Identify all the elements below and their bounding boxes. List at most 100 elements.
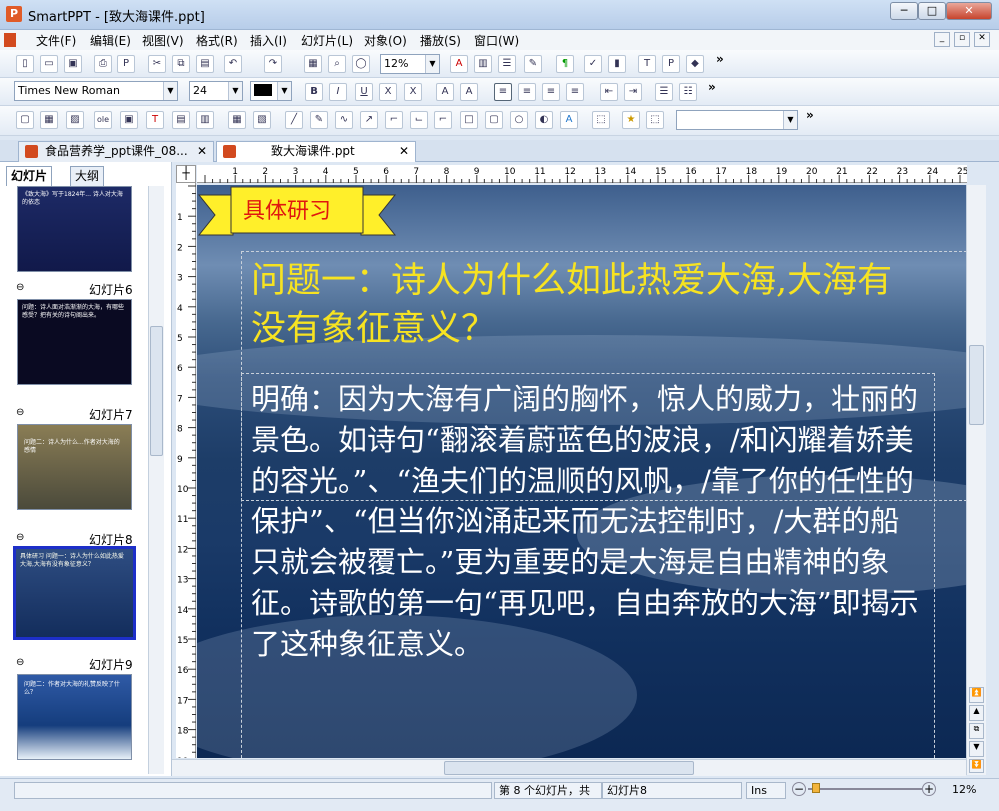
next-slide-icon[interactable]: ▼ <box>969 741 984 757</box>
first-slide-icon[interactable]: ⏫ <box>969 687 984 703</box>
panel-scrollbar[interactable] <box>148 186 164 774</box>
chart-box-icon[interactable]: ▥ <box>196 111 214 129</box>
slide-thumbnail[interactable]: 问题二：作者对大海的礼赞反映了什么？ <box>17 674 132 760</box>
strike-icon[interactable]: X <box>379 83 397 101</box>
zoom-combo[interactable]: 12% ▼ <box>380 54 440 74</box>
grid-icon[interactable]: ▦ <box>40 111 58 129</box>
align-right-icon[interactable]: ≡ <box>542 83 560 101</box>
zoom-in-button[interactable]: + <box>922 782 936 796</box>
rounded-rect-icon[interactable]: ▢ <box>485 111 503 129</box>
wordart-icon[interactable]: A <box>560 111 578 129</box>
ellipse-icon[interactable]: ○ <box>510 111 528 129</box>
scroll-thumb[interactable] <box>969 345 984 425</box>
slide-body-text[interactable]: 明确：因为大海有广阔的胸怀，惊人的威力，壮丽的景色。如诗句“翻滚着蔚蓝色的波浪，… <box>251 379 919 665</box>
cut-icon[interactable]: ✂ <box>148 55 166 73</box>
style-combo[interactable]: ▼ <box>676 110 798 130</box>
slide-vertical-scrollbar[interactable]: ⏫ ▲ ⧉ ▼ ⏬ <box>966 185 986 775</box>
close-button[interactable]: ✕ <box>946 2 992 20</box>
layers-icon[interactable]: ◆ <box>686 55 704 73</box>
font-color-icon[interactable]: A <box>450 55 468 73</box>
pdf-icon[interactable]: P <box>117 55 135 73</box>
bullets-icon[interactable]: ☰ <box>655 83 673 101</box>
scroll-thumb[interactable] <box>444 761 694 775</box>
justify-icon[interactable]: ≡ <box>566 83 584 101</box>
save-icon[interactable]: ▣ <box>64 55 82 73</box>
zoom-out-button[interactable]: − <box>792 782 806 796</box>
grow-font-icon[interactable]: A <box>436 83 454 101</box>
segment-icon[interactable]: ⌐ <box>434 111 452 129</box>
menu-window[interactable]: 窗口(W) <box>474 32 519 49</box>
menu-play[interactable]: 播放(S) <box>420 32 461 49</box>
print-icon[interactable]: ⎙ <box>94 55 112 73</box>
doc-minimize-button[interactable]: _ <box>934 32 950 47</box>
indent-icon[interactable]: ⇥ <box>624 83 642 101</box>
format-icon[interactable]: ▥ <box>474 55 492 73</box>
close-icon[interactable]: ✕ <box>197 142 207 161</box>
text-box-icon[interactable]: T <box>146 111 164 129</box>
selection-icon[interactable]: ⬚ <box>646 111 664 129</box>
menu-format[interactable]: 格式(R) <box>196 32 238 49</box>
slide-thumbnail[interactable]: 问题：诗人面对浩渐渐的大海，有哪些感受？把有关的诗句阐出来。 <box>17 299 132 385</box>
minimize-button[interactable]: ─ <box>890 2 918 20</box>
zoom-icon[interactable]: ◯ <box>352 55 370 73</box>
paragraph-icon[interactable]: ¶ <box>556 55 574 73</box>
slide-thumbnail-selected[interactable]: 具体研习 问题一：诗人为什么如此热爱大海,大海有没有象征意义？ <box>13 546 136 640</box>
toolbar-more-1[interactable]: » <box>716 52 724 66</box>
paste-icon[interactable]: ▤ <box>196 55 214 73</box>
italic-icon[interactable]: I <box>329 83 347 101</box>
outdent-icon[interactable]: ⇤ <box>600 83 618 101</box>
menu-object[interactable]: 对象(O) <box>364 32 407 49</box>
select-icon[interactable]: ⬚ <box>592 111 610 129</box>
star-icon[interactable]: ★ <box>622 111 640 129</box>
doc-close-button[interactable]: ✕ <box>974 32 990 47</box>
scroll-thumb[interactable] <box>150 326 163 456</box>
table-icon[interactable]: ▦ <box>304 55 322 73</box>
slide-horizontal-scrollbar[interactable] <box>172 759 966 776</box>
image-icon[interactable]: ▨ <box>66 111 84 129</box>
connector-icon[interactable]: ⌐ <box>385 111 403 129</box>
toolbar-more-3[interactable]: » <box>806 108 814 122</box>
elbow-icon[interactable]: ⌙ <box>410 111 428 129</box>
redo-icon[interactable]: ↷ <box>264 55 282 73</box>
brush-icon[interactable]: ✎ <box>524 55 542 73</box>
frame-alt-icon[interactable]: ▣ <box>120 111 138 129</box>
ungroup-icon[interactable]: ▧ <box>253 111 271 129</box>
zoom-slider-handle[interactable] <box>812 783 820 793</box>
menu-slide[interactable]: 幻灯片(L) <box>301 32 353 49</box>
pen-icon[interactable]: ✎ <box>310 111 328 129</box>
numbering-icon[interactable]: ☷ <box>679 83 697 101</box>
frame-icon[interactable]: ▢ <box>16 111 34 129</box>
clear-format-icon[interactable]: X <box>404 83 422 101</box>
doc-restore-button[interactable]: ▫ <box>954 32 970 47</box>
list-icon[interactable]: ☰ <box>498 55 516 73</box>
menu-view[interactable]: 视图(V) <box>142 32 184 49</box>
tab-slides[interactable]: 幻灯片 <box>6 166 53 186</box>
menu-edit[interactable]: 编辑(E) <box>90 32 131 49</box>
slide-canvas[interactable]: 具体研习 问题一：诗人为什么如此热爱大海,大海有没有象征意义？ 明确：因为大海有… <box>197 185 968 758</box>
text-t-icon[interactable]: T <box>638 55 656 73</box>
last-slide-icon[interactable]: ⏬ <box>969 759 984 773</box>
shrink-font-icon[interactable]: A <box>460 83 478 101</box>
menu-insert[interactable]: 插入(I) <box>250 32 287 49</box>
underline-icon[interactable]: U <box>355 83 373 101</box>
slide-sorter-icon[interactable]: ⧉ <box>969 723 984 739</box>
tab-food-nutrition[interactable]: 食品营养学_ppt课件_08... ✕ <box>18 141 214 162</box>
prev-slide-icon[interactable]: ▲ <box>969 705 984 721</box>
zoom-slider[interactable] <box>808 788 922 790</box>
align-center-icon[interactable]: ≡ <box>518 83 536 101</box>
text-p-icon[interactable]: P <box>662 55 680 73</box>
close-icon[interactable]: ✕ <box>399 142 409 161</box>
rectangle-icon[interactable]: □ <box>460 111 478 129</box>
curve-icon[interactable]: ∿ <box>335 111 353 129</box>
slide-title[interactable]: 问题一：诗人为什么如此热爱大海,大海有没有象征意义？ <box>251 257 927 353</box>
picture-box-icon[interactable]: ▤ <box>172 111 190 129</box>
slide-thumbnail[interactable]: 问题二：诗人为什么...作者对大海的感情 <box>17 424 132 510</box>
slide-thumbnail[interactable]: 《致大海》写于1824年... 诗人对大海的依恋 <box>17 186 132 272</box>
open-icon[interactable]: ▭ <box>40 55 58 73</box>
align-left-icon[interactable]: ≡ <box>494 83 512 101</box>
line-icon[interactable]: ╱ <box>285 111 303 129</box>
maximize-button[interactable]: □ <box>918 2 946 20</box>
spell-icon[interactable]: ✓ <box>584 55 602 73</box>
bold-icon[interactable]: B <box>305 83 323 101</box>
tab-zhi-dahai[interactable]: 致大海课件.ppt ✕ <box>216 141 416 162</box>
